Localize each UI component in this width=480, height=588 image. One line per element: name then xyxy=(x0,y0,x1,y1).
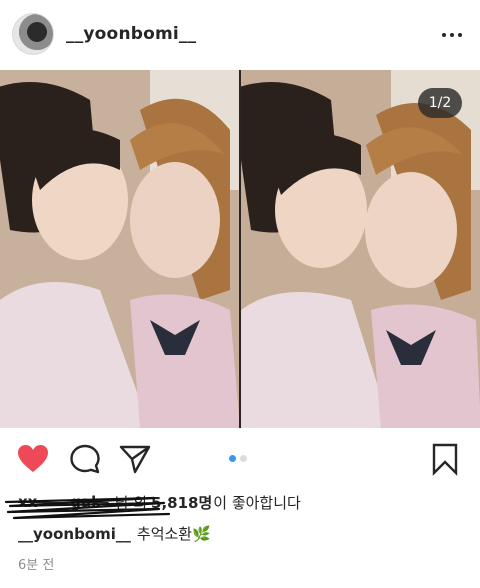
leaf-emoji-icon: 🌿 xyxy=(192,525,211,543)
caption-text: 추억소환 xyxy=(136,525,193,543)
carousel-dot-active[interactable] xyxy=(229,455,236,462)
post-media[interactable]: 1/2 xyxy=(0,70,480,428)
slide-counter: 1/2 xyxy=(418,88,462,118)
carousel-dots xyxy=(229,455,247,462)
heart-icon[interactable] xyxy=(16,442,50,476)
bookmark-icon[interactable] xyxy=(428,442,462,476)
caption: __yoonbomi__ 추억소환🌿 xyxy=(18,523,211,544)
header-username[interactable]: __yoonbomi__ xyxy=(66,24,196,44)
likes-text-prefix: 님 외 xyxy=(114,493,148,512)
action-bar xyxy=(0,428,480,490)
carousel-dot[interactable] xyxy=(240,455,247,462)
post-timestamp[interactable]: 6분 전 xyxy=(18,554,54,573)
post-header: __yoonbomi__ xyxy=(0,0,480,70)
photo-left xyxy=(0,70,240,428)
likes-count[interactable]: 5,818명 xyxy=(151,492,212,513)
likes-text-suffix: 이 좋아합니다 xyxy=(213,493,301,512)
comment-icon[interactable] xyxy=(68,442,102,476)
photo-right xyxy=(241,70,480,428)
share-icon[interactable] xyxy=(118,442,152,476)
caption-username[interactable]: __yoonbomi__ xyxy=(18,525,131,543)
likes-line[interactable]: xx_ __ gak_ 님 외 5,818명 이 좋아합니다 xyxy=(18,492,301,512)
more-icon[interactable] xyxy=(442,26,466,44)
liker-username[interactable]: xx_ __ gak_ xyxy=(18,493,109,511)
avatar[interactable] xyxy=(12,13,54,55)
